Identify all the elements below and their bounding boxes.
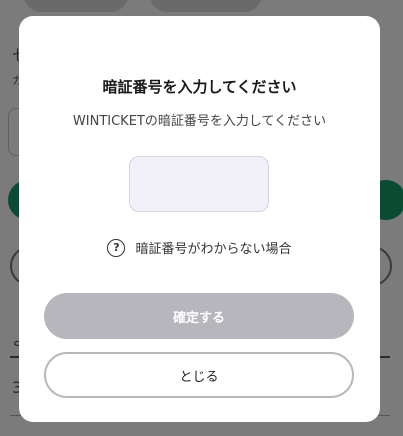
- dialog-title: 暗証番号を入力してください: [102, 78, 297, 96]
- close-button[interactable]: とじる: [44, 352, 354, 398]
- background-tab: [24, 0, 128, 12]
- pin-dialog: 暗証番号を入力してください WINTICKETの暗証番号を入力してください ? …: [19, 16, 380, 422]
- background-tab: [150, 0, 262, 12]
- forgot-pin-link[interactable]: ? 暗証番号がわからない場合: [19, 238, 380, 257]
- confirm-button[interactable]: 確定する: [44, 293, 354, 339]
- pin-input[interactable]: [129, 156, 269, 212]
- forgot-pin-label: 暗証番号がわからない場合: [135, 242, 292, 257]
- question-circle-icon: ?: [107, 238, 126, 257]
- dialog-description: WINTICKETの暗証番号を入力してください: [72, 114, 327, 129]
